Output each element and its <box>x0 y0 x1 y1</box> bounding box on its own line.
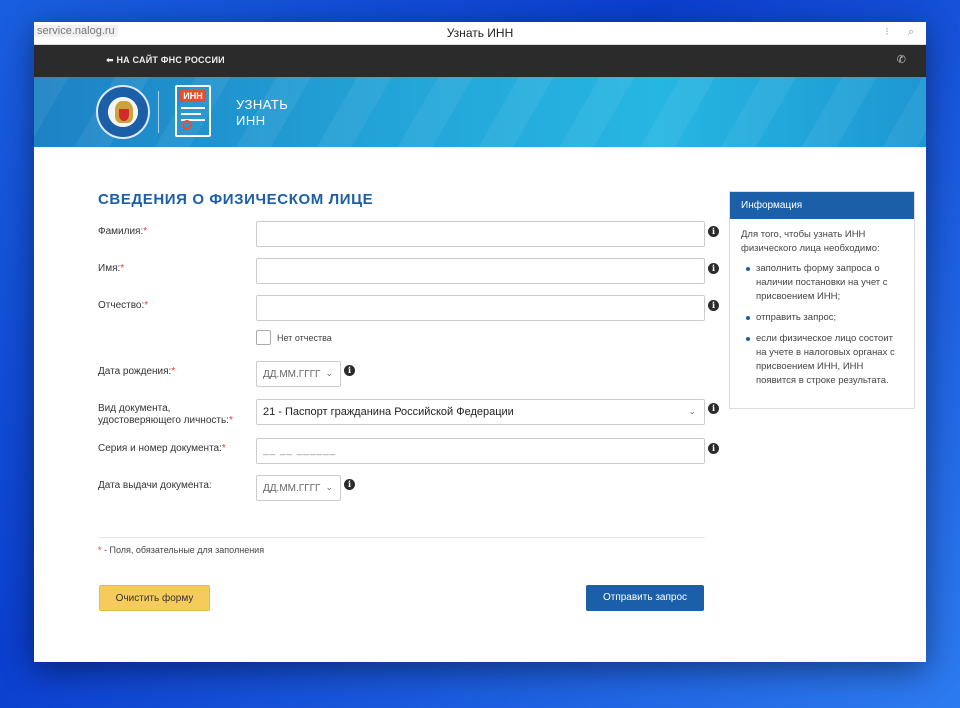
fns-emblem-icon[interactable] <box>96 85 150 139</box>
name-input[interactable] <box>256 258 705 284</box>
info-icon[interactable]: i <box>708 263 719 274</box>
window-title: Узнать ИНН <box>446 26 514 40</box>
surname-label: Фамилия:* <box>98 226 148 237</box>
doctype-select[interactable]: 21 - Паспорт гражданина Российской Федер… <box>256 399 705 425</box>
patronymic-input[interactable] <box>256 295 705 321</box>
list-item: заполнить форму запроса о наличии постан… <box>744 262 906 304</box>
birthdate-label: Дата рождения:* <box>98 366 176 377</box>
info-icon[interactable]: i <box>708 443 719 454</box>
phone-icon[interactable]: ✆ <box>897 53 906 66</box>
patronymic-label: Отчество:* <box>98 300 149 311</box>
submit-request-button[interactable]: Отправить запрос <box>586 585 704 611</box>
clear-form-button[interactable]: Очистить форму <box>99 585 210 611</box>
header-banner: ИНН УЗНАТЬ ИНН <box>34 77 926 147</box>
info-icon[interactable]: i <box>708 300 719 311</box>
browser-window: service.nalog.ru Узнать ИНН ⁝ ⌕ ⬅ НА САЙ… <box>34 22 926 662</box>
list-item: отправить запрос; <box>744 311 906 325</box>
page-title: СВЕДЕНИЯ О ФИЗИЧЕСКОМ ЛИЦЕ <box>98 191 374 208</box>
header-divider <box>158 91 159 133</box>
info-icon[interactable]: i <box>344 365 355 376</box>
list-item: если физическое лицо состоит на учете в … <box>744 332 906 388</box>
no-patronymic-label: Нет отчества <box>277 333 332 343</box>
surname-input[interactable] <box>256 221 705 247</box>
info-panel-intro: Для того, чтобы узнать ИНН физического л… <box>741 229 880 254</box>
issue-date-picker[interactable]: ДД.ММ.ГГГГ ⌄ <box>256 475 341 501</box>
docnum-label: Серия и номер документа:* <box>98 443 226 454</box>
info-icon[interactable]: i <box>708 226 719 237</box>
info-panel-list: заполнить форму запроса о наличии постан… <box>744 262 906 388</box>
chevron-down-icon: ⌄ <box>325 368 333 378</box>
back-to-fns-link[interactable]: ⬅ НА САЙТ ФНС РОССИИ <box>106 55 225 66</box>
main-content: СВЕДЕНИЯ О ФИЗИЧЕСКОМ ЛИЦЕ Фамилия:* i И… <box>34 147 926 662</box>
browser-chrome: service.nalog.ru Узнать ИНН ⁝ ⌕ <box>34 22 926 45</box>
birthdate-picker[interactable]: ДД.ММ.ГГГГ ⌄ <box>256 361 341 387</box>
doctype-label: Вид документа, удостоверяющего личность:… <box>98 403 233 426</box>
chevron-down-icon: ⌄ <box>325 482 333 492</box>
window-controls-icon[interactable]: ⁝ ⌕ <box>885 25 922 39</box>
inn-document-icon: ИНН <box>175 85 211 137</box>
arrow-left-icon: ⬅ <box>106 55 117 65</box>
chevron-down-icon: ⌄ <box>688 406 696 416</box>
no-patronymic-checkbox[interactable] <box>256 330 271 345</box>
service-title: УЗНАТЬ ИНН <box>236 97 289 128</box>
info-icon[interactable]: i <box>708 403 719 414</box>
banner-pattern <box>34 77 926 147</box>
top-bar: ⬅ НА САЙТ ФНС РОССИИ ✆ <box>34 45 926 77</box>
name-label: Имя:* <box>98 263 125 274</box>
info-panel: Информация Для того, чтобы узнать ИНН фи… <box>729 191 915 409</box>
info-icon[interactable]: i <box>344 479 355 490</box>
issue-date-label: Дата выдачи документа: <box>98 480 212 491</box>
docnum-input[interactable]: __ __ ______ <box>256 438 705 464</box>
form-divider <box>98 537 705 538</box>
required-fields-note: * - Поля, обязательные для заполнения <box>98 545 265 555</box>
info-panel-title: Информация <box>730 192 914 219</box>
